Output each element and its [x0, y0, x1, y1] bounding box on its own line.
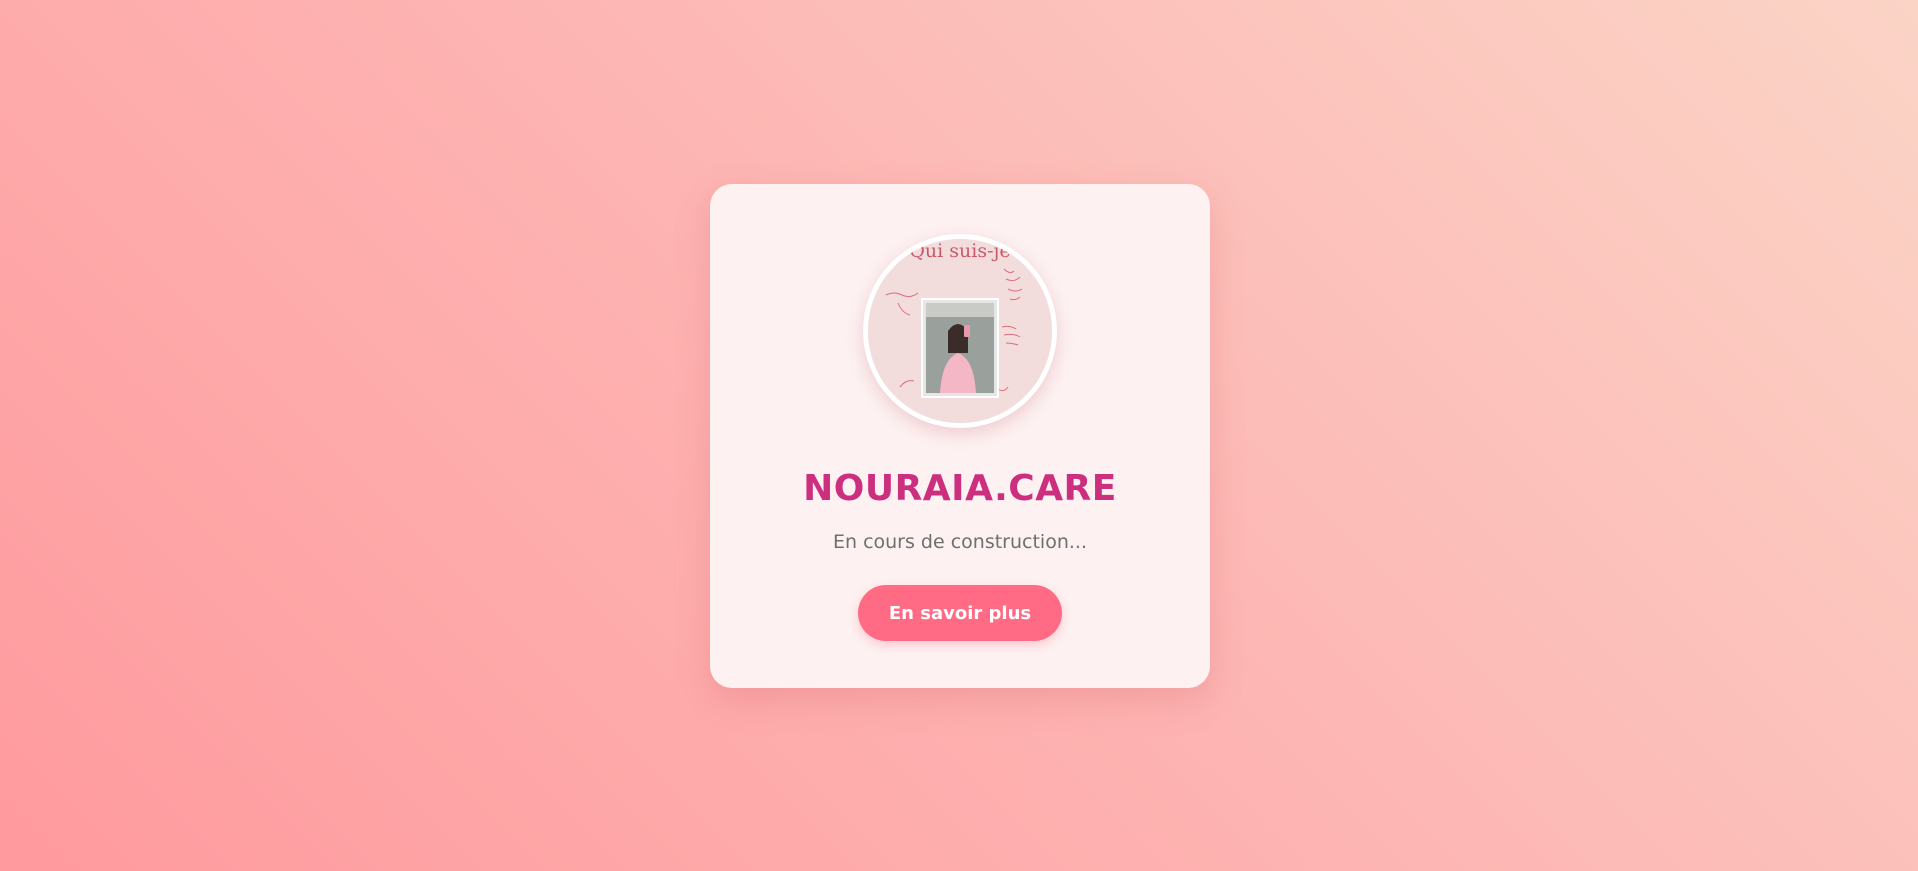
status-subtitle: En cours de construction... — [832, 531, 1087, 553]
profile-card: Qui suis-je NOURAIA.CARE En cours de con… — [710, 184, 1210, 688]
brand-title: NOURAIA.CARE — [803, 468, 1117, 509]
avatar-image: Qui suis-je — [868, 239, 1052, 423]
learn-more-button[interactable]: En savoir plus — [858, 585, 1062, 641]
avatar: Qui suis-je — [863, 234, 1057, 428]
avatar-heading-text: Qui suis-je — [909, 240, 1010, 262]
